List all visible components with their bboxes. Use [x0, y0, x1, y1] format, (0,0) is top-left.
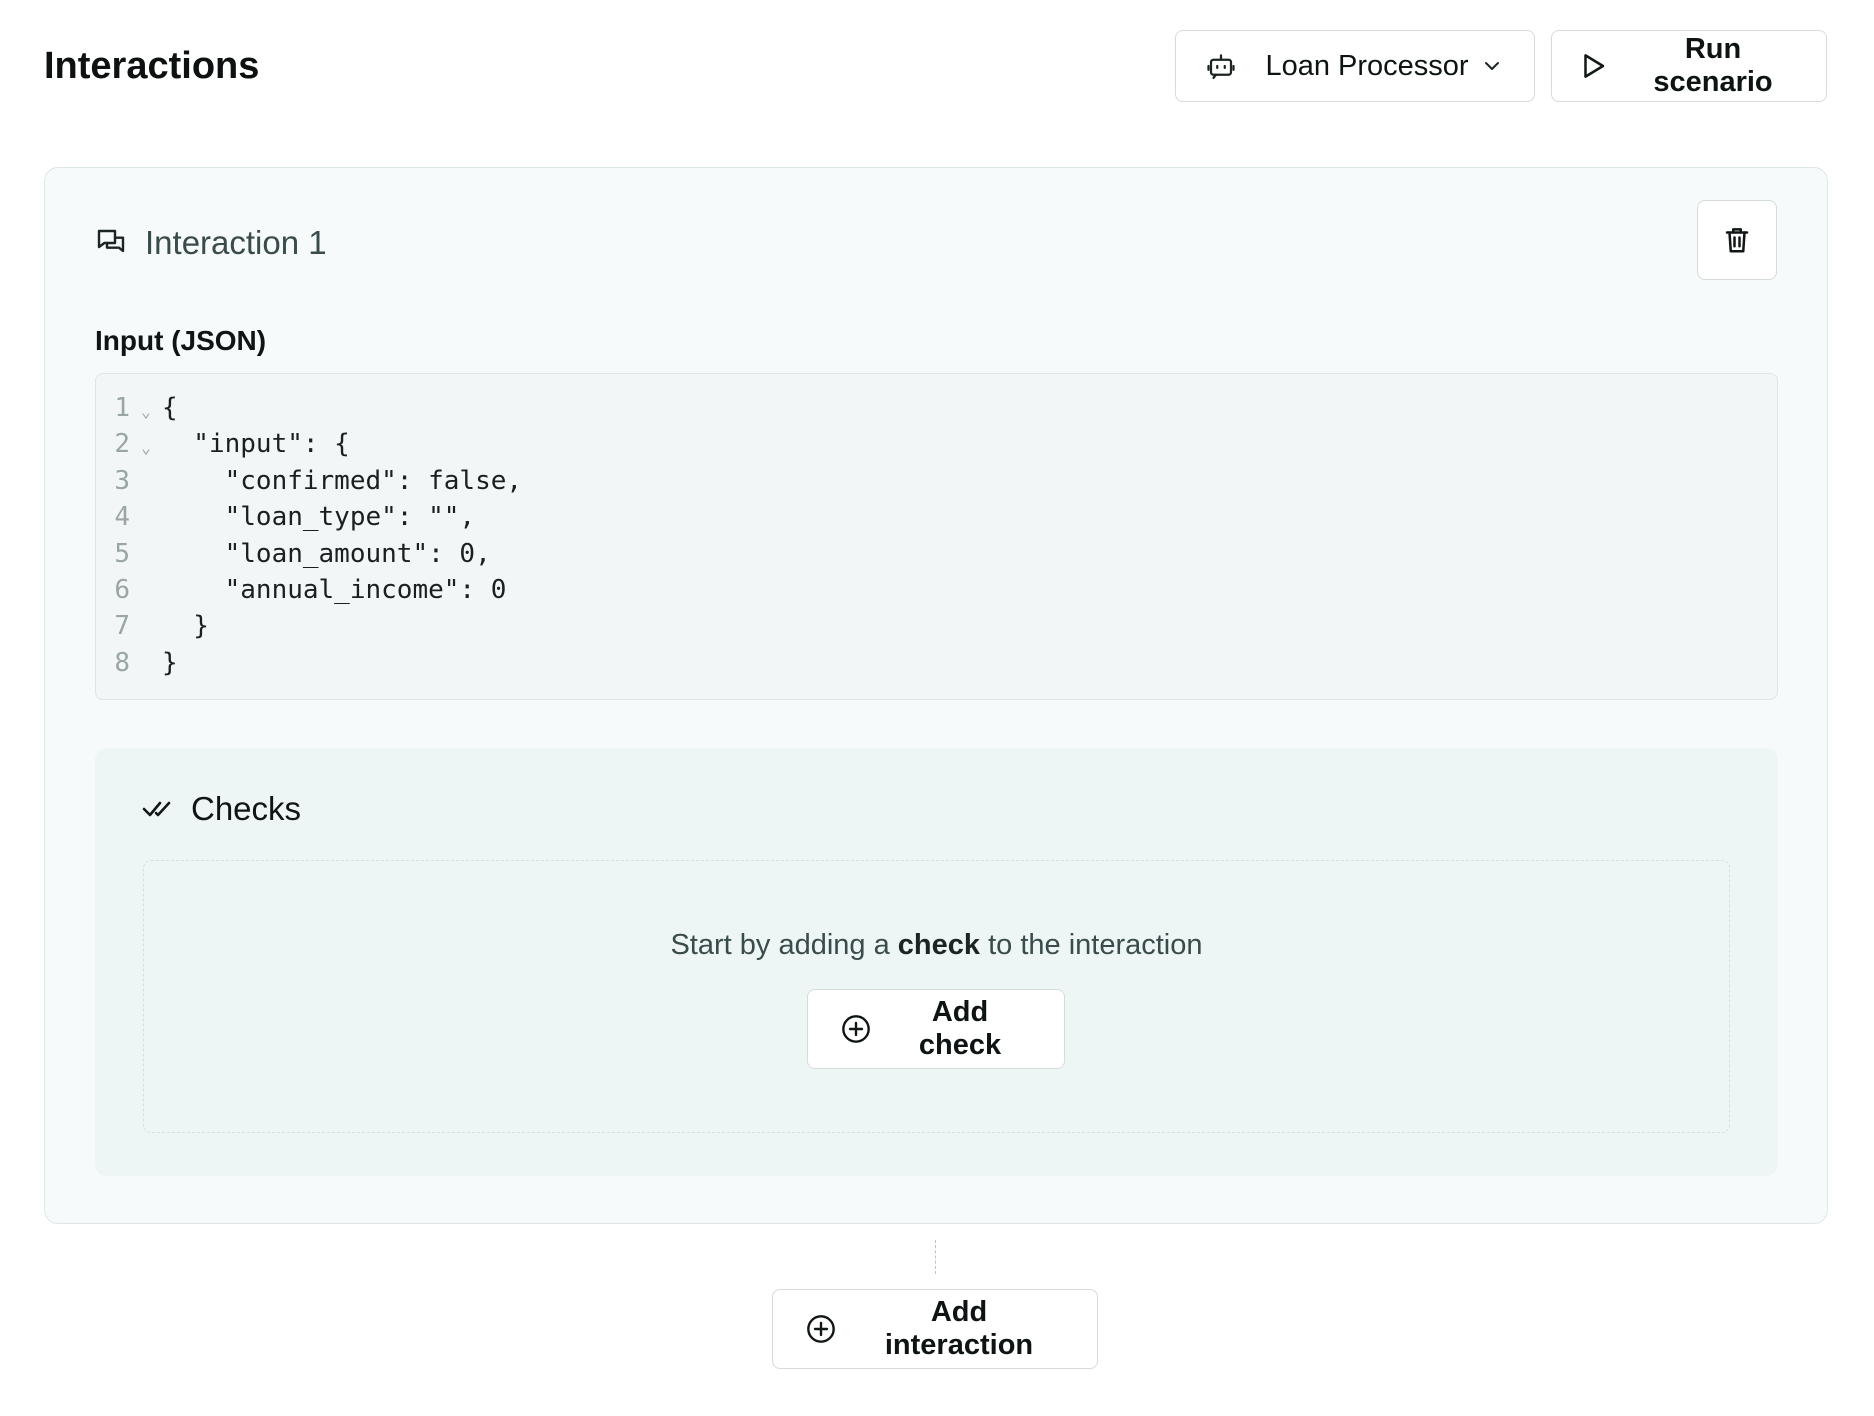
- chevron-down-icon: [1480, 54, 1504, 78]
- interaction-header: Interaction 1: [95, 224, 327, 262]
- chat-bubbles-icon: [95, 227, 127, 259]
- interaction-card: Interaction 1 Input (JSON) 1 ⌄{2 ⌄ "input"…: [44, 167, 1828, 1224]
- code-text: "loan_type": "",: [162, 502, 476, 533]
- trash-icon: [1722, 225, 1752, 255]
- checks-empty-message: Start by adding a check to the interacti…: [144, 929, 1729, 962]
- line-number: 7: [114, 611, 130, 642]
- line-number: 3: [114, 465, 130, 496]
- line-number: 1: [114, 393, 130, 423]
- add-check-label: Add check: [918, 996, 1002, 1061]
- code-line: 6 "annual_income": 0: [96, 572, 1777, 608]
- agent-select-value: Loan Processor: [1265, 49, 1469, 82]
- code-line: 1 ⌄{: [96, 390, 1777, 426]
- code-line: 8}: [96, 645, 1777, 681]
- code-line: 7 }: [96, 608, 1777, 644]
- line-number: 4: [114, 502, 130, 533]
- add-interaction-button[interactable]: Add interaction: [772, 1289, 1098, 1369]
- code-line: 2 ⌄ "input": {: [96, 426, 1777, 462]
- empty-message-suffix: to the interaction: [980, 929, 1203, 961]
- line-number: 5: [114, 538, 130, 569]
- line-number: 6: [114, 574, 130, 605]
- code-line: 4 "loan_type": "",: [96, 499, 1777, 535]
- code-text: "confirmed": false,: [162, 465, 523, 496]
- page-title: Interactions: [44, 45, 260, 87]
- checks-panel: Checks Start by adding a check to the in…: [95, 748, 1778, 1176]
- code-text: {: [162, 393, 178, 423]
- code-text: }: [162, 647, 178, 678]
- checks-header: Checks: [141, 790, 301, 828]
- empty-message-prefix: Start by adding a: [670, 929, 898, 961]
- code-line: 3 "confirmed": false,: [96, 463, 1777, 499]
- run-scenario-button[interactable]: Run scenario: [1551, 30, 1827, 102]
- delete-interaction-button[interactable]: [1697, 200, 1777, 280]
- input-json-label: Input (JSON): [95, 325, 267, 356]
- line-number: 2: [114, 429, 130, 460]
- json-code-editor[interactable]: 1 ⌄{2 ⌄ "input": {3 "confirmed": false, 4 "…: [95, 373, 1778, 700]
- plus-circle-icon: [840, 1013, 872, 1045]
- checks-title: Checks: [191, 790, 302, 827]
- add-interaction-label: Add interaction: [884, 1296, 1034, 1361]
- empty-message-emphasis: check: [897, 929, 981, 961]
- code-text: "input": {: [162, 429, 350, 460]
- plus-circle-icon: [805, 1313, 837, 1345]
- line-number: 8: [114, 647, 130, 678]
- agent-select[interactable]: Loan Processor: [1175, 30, 1535, 102]
- interactions-page: Interactions Loan Processor Run scenario…: [0, 0, 1874, 1416]
- fold-chevron-icon[interactable]: ⌄: [130, 422, 162, 466]
- code-text: "annual_income": 0: [162, 574, 507, 605]
- code-line: 5 "loan_amount": 0,: [96, 536, 1777, 572]
- code-text: "loan_amount": 0,: [162, 538, 491, 569]
- interaction-title: Interaction 1: [145, 224, 327, 261]
- code-text: }: [162, 611, 209, 642]
- interaction-connector: [935, 1240, 936, 1274]
- checks-empty-state: Start by adding a check to the interacti…: [143, 860, 1730, 1133]
- play-icon: [1578, 51, 1608, 81]
- robot-icon: [1206, 51, 1236, 81]
- add-check-button[interactable]: Add check: [807, 989, 1065, 1069]
- run-scenario-label: Run scenario: [1653, 33, 1773, 98]
- double-check-icon: [141, 796, 175, 822]
